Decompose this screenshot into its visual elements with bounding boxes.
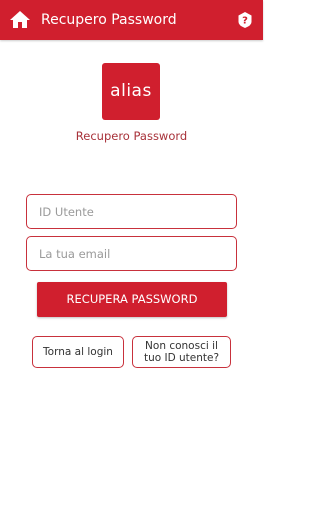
help-icon: ?	[238, 12, 252, 28]
back-to-login-label: Torna al login	[43, 346, 113, 358]
home-button[interactable]	[8, 8, 32, 32]
user-id-field[interactable]	[26, 194, 237, 229]
top-app-bar: Recupero Password ?	[0, 0, 263, 40]
svg-text:?: ?	[242, 16, 248, 27]
back-to-login-button[interactable]: Torna al login	[32, 336, 124, 368]
password-recovery-screen: Recupero Password ? alias Recupero Passw…	[0, 0, 263, 512]
page-title: Recupero Password	[41, 12, 177, 28]
recover-password-button[interactable]: RECUPERA PASSWORD	[37, 282, 227, 317]
email-input[interactable]	[39, 245, 224, 263]
user-id-input[interactable]	[39, 203, 224, 221]
app-logo: alias	[102, 63, 160, 120]
forgot-user-id-label: Non conosci il tuo ID utente?	[143, 340, 220, 364]
forgot-user-id-button[interactable]: Non conosci il tuo ID utente?	[132, 336, 231, 368]
help-button[interactable]: ?	[236, 11, 254, 29]
email-field[interactable]	[26, 236, 237, 271]
page-subtitle: Recupero Password	[75, 129, 188, 143]
home-icon	[10, 11, 30, 28]
logo-text: alias	[110, 81, 152, 101]
